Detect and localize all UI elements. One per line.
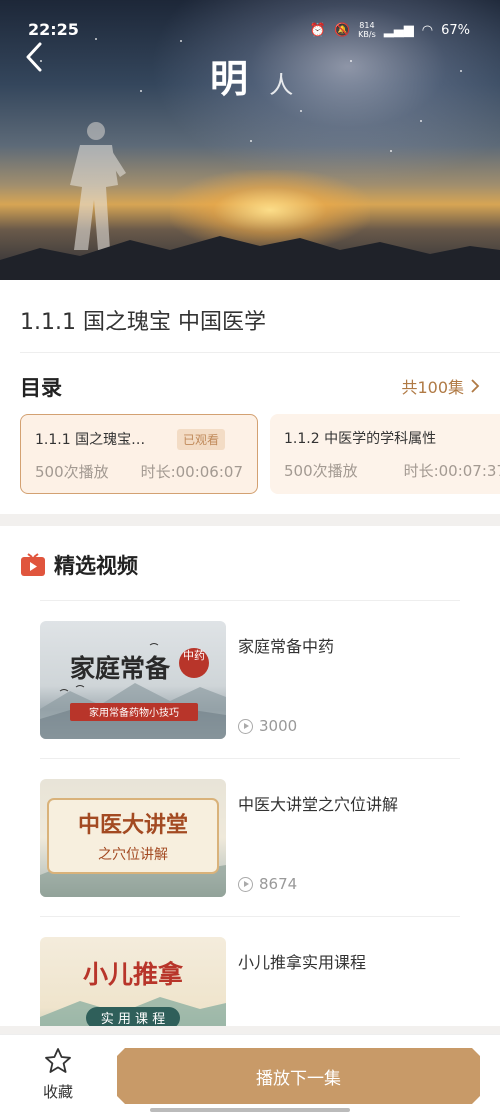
- video-item[interactable]: 中药 家庭常备 家用常备药物小技巧 家庭常备中药 3000: [40, 600, 460, 758]
- mute-icon: 🔕: [333, 22, 351, 38]
- thumbnail-main-text: 中医大讲堂: [78, 812, 188, 838]
- play-count: 8674: [259, 875, 298, 893]
- status-bar: 22:25 ⏰ 🔕 814 KB/s ▂▄▆ ◠ 67%: [0, 18, 500, 42]
- episode-card-duration: 时长:00:06:07: [140, 463, 243, 481]
- overlay-title-char: 明: [210, 56, 253, 101]
- video-thumbnail: 小儿推拿 实 用 课 程: [40, 937, 226, 1026]
- video-item[interactable]: 中医大讲堂 之穴位讲解 中医大讲堂之穴位讲解 8674: [40, 758, 460, 916]
- signal-icon: ▂▄▆: [383, 22, 414, 38]
- bottom-action-bar: 收藏 播放下一集: [0, 1034, 500, 1115]
- video-title: 中医大讲堂之穴位讲解: [238, 795, 399, 814]
- thumbnail-main-text: 家庭常备: [70, 654, 171, 683]
- video-item[interactable]: 小儿推拿 实 用 课 程 小儿推拿实用课程: [40, 916, 460, 1026]
- chevron-right-icon: [471, 379, 480, 393]
- thumbnail-main-text: 小儿推拿: [83, 960, 184, 989]
- play-count-icon: [238, 718, 253, 734]
- back-arrow-icon[interactable]: [20, 40, 50, 74]
- episode-card-plays: 500次播放: [35, 463, 109, 481]
- thumbnail-sub-text: 实 用 课 程: [101, 1012, 165, 1026]
- star-icon: [45, 1048, 71, 1073]
- episode-title: 1.1.1 国之瑰宝 中国医学: [20, 310, 266, 335]
- wifi-icon: ◠: [421, 22, 434, 38]
- thumbnail-sub-text: 之穴位讲解: [98, 847, 168, 863]
- episode-card-next[interactable]: 1.1.2 中医学的学科属性 500次播放 时长:00:07:37: [270, 414, 500, 494]
- favorite-button[interactable]: 收藏: [36, 1047, 80, 1102]
- catalog-label: 目录: [20, 376, 62, 400]
- net-speed: 814 KB/s: [358, 21, 376, 39]
- video-player[interactable]: 22:25 ⏰ 🔕 814 KB/s ▂▄▆ ◠ 67% 明 人: [0, 0, 500, 280]
- episode-info-card: 1.1.1 国之瑰宝 中国医学 目录 共100集 1.1.1 国之瑰宝… 已观看…: [0, 280, 500, 514]
- episode-card-duration: 时长:00:07:37: [403, 462, 500, 480]
- battery-level: 67%: [441, 22, 470, 38]
- divider: [20, 352, 500, 353]
- video-plays: 3000: [238, 717, 297, 735]
- play-next-button[interactable]: 播放下一集: [117, 1048, 480, 1104]
- home-indicator[interactable]: [150, 1108, 350, 1112]
- episode-card-current[interactable]: 1.1.1 国之瑰宝… 已观看 500次播放 时长:00:06:07: [20, 414, 258, 494]
- featured-title: 精选视频: [54, 554, 138, 578]
- video-thumbnail: 中药 家庭常备 家用常备药物小技巧: [40, 621, 226, 739]
- featured-videos-section: 精选视频 中药 家庭常备 家用常备药物小技巧 家庭常备中药 3000 中医大讲堂…: [0, 526, 500, 1026]
- net-speed-value: 814: [359, 21, 375, 30]
- overlay-title-small: 人: [269, 71, 298, 99]
- net-speed-unit: KB/s: [358, 30, 376, 39]
- featured-header: 精选视频: [20, 550, 138, 580]
- episode-card-plays: 500次播放: [284, 462, 358, 480]
- mountain-silhouette: [0, 236, 500, 280]
- video-title: 家庭常备中药: [238, 637, 335, 656]
- status-time: 22:25: [28, 20, 79, 39]
- play-count: 3000: [259, 717, 298, 735]
- tv-play-icon: [21, 553, 45, 576]
- favorite-label: 收藏: [42, 1083, 73, 1101]
- thumbnail-art: 小儿推拿 实 用 课 程: [40, 960, 226, 1026]
- thumbnail-art: 中药 家庭常备 家用常备药物小技巧: [40, 643, 226, 739]
- watched-badge: 已观看: [176, 429, 225, 450]
- video-thumbnail: 中医大讲堂 之穴位讲解: [40, 779, 226, 897]
- status-icons: ⏰ 🔕 814 KB/s ▂▄▆ ◠ 67%: [310, 21, 470, 39]
- video-overlay-title: 明 人: [210, 48, 297, 103]
- catalog-count-link[interactable]: 共100集: [401, 374, 480, 398]
- video-title: 小儿推拿实用课程: [238, 953, 367, 972]
- course-video-page: 22:25 ⏰ 🔕 814 KB/s ▂▄▆ ◠ 67% 明 人 1.1.1 国…: [0, 0, 500, 1115]
- thumbnail-art: 中医大讲堂 之穴位讲解: [40, 798, 226, 897]
- video-plays: 8674: [238, 875, 297, 893]
- thumbnail-seal-top: 中药: [183, 649, 205, 662]
- catalog-count: 共100集: [401, 378, 464, 397]
- play-count-icon: [238, 876, 253, 892]
- alarm-icon: ⏰: [309, 22, 326, 38]
- episode-card-name: 1.1.2 中医学的学科属性: [284, 431, 437, 447]
- thumbnail-caption: 家用常备药物小技巧: [89, 706, 179, 719]
